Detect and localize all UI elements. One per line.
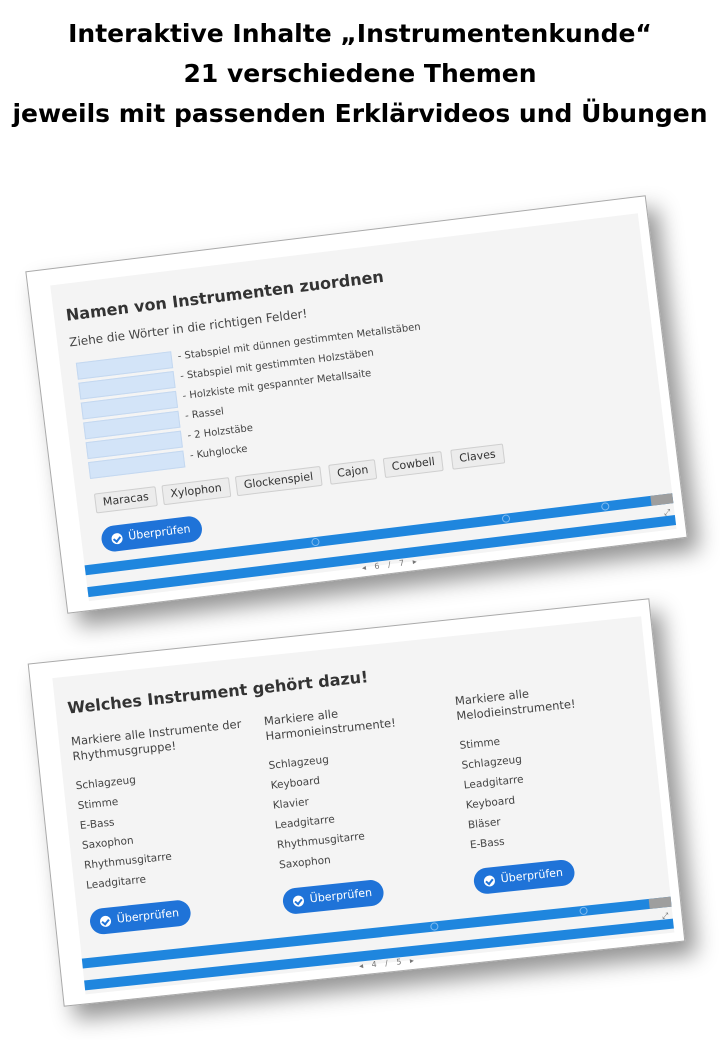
exercise-card-drag-drop: Namen von Instrumenten zuordnen Ziehe di… [25,195,688,614]
question-column: Markiere alle Melodieinstrumente! Stimme… [454,674,664,896]
check-button[interactable]: Überprüfen [281,878,386,916]
word-list: Schlagzeug Stimme E-Bass Saxophon Rhythm… [75,756,277,895]
word-list: Schlagzeug Keyboard Klavier Leadgitarre … [268,736,470,875]
progress-remaining [650,493,674,506]
question-heading: Markiere alle Instrumente der Rhythmusgr… [70,716,242,764]
page-header: Interaktive Inhalte „Instrumentenkunde“ … [0,14,720,134]
check-button-label: Überprüfen [309,885,373,906]
check-circle-icon [110,532,124,545]
draggable-word-cajon[interactable]: Cajon [328,459,378,485]
drop-row: - Holzkiste mit gespannter Metallsaite [80,368,372,422]
draggable-word-glockenspiel[interactable]: Glockenspiel [234,465,323,497]
drop-row: - Stabspiel mit dünnen gestimmten Metall… [75,322,421,382]
question-heading: Markiere alle Melodieinstrumente! [454,686,577,724]
word-list: Stimme Schlagzeug Leadgitarre Keyboard B… [459,716,661,855]
question-column: Markiere alle Harmonieinstrumente! Schla… [263,694,473,916]
drop-description: - Kuhglocke [189,443,249,462]
check-button[interactable]: Überprüfen [100,514,204,553]
draggable-word-maracas[interactable]: Maracas [93,486,158,514]
drop-row: - Rassel [83,406,225,441]
exercise-panel: Namen von Instrumenten zuordnen Ziehe di… [50,213,677,602]
fullscreen-icon[interactable]: ⤢ [662,911,669,922]
draggable-word-xylophon[interactable]: Xylophon [161,477,231,506]
header-line-1: Interaktive Inhalte „Instrumentenkunde“ [68,19,652,48]
check-circle-icon [99,914,112,927]
header-line-2: 21 verschiedene Themen [183,59,537,88]
check-button-label: Überprüfen [500,865,564,886]
progress-remaining [648,896,672,909]
question-heading: Markiere alle Harmonieinstrumente! [263,706,397,744]
check-circle-icon [292,894,305,907]
draggable-word-claves[interactable]: Claves [450,443,505,470]
drop-row: - Kuhglocke [88,444,248,481]
header-line-3: jeweils mit passenden Erklärvideos und Ü… [12,99,708,128]
check-button[interactable]: Überprüfen [88,898,193,936]
draggable-word-cowbell[interactable]: Cowbell [382,450,445,479]
check-button-label: Überprüfen [116,906,180,926]
drop-row: - Stabspiel mit gestimmten Holzstäben [78,348,374,402]
drop-description: - 2 Holzstäbe [186,422,254,442]
exercise-card-mark-words: Welches Instrument gehört dazu! Markiere… [27,598,686,1007]
question-column: Markiere alle Instrumente der Rhythmusgr… [70,715,280,936]
check-button-label: Überprüfen [127,522,192,543]
check-circle-icon [483,874,496,887]
check-button[interactable]: Überprüfen [472,858,577,896]
exercise-panel: Welches Instrument gehört dazu! Markiere… [52,616,675,995]
drop-row: - 2 Holzstäbe [85,423,254,461]
drop-description: - Rassel [184,406,225,422]
fullscreen-icon[interactable]: ⤢ [664,508,672,519]
